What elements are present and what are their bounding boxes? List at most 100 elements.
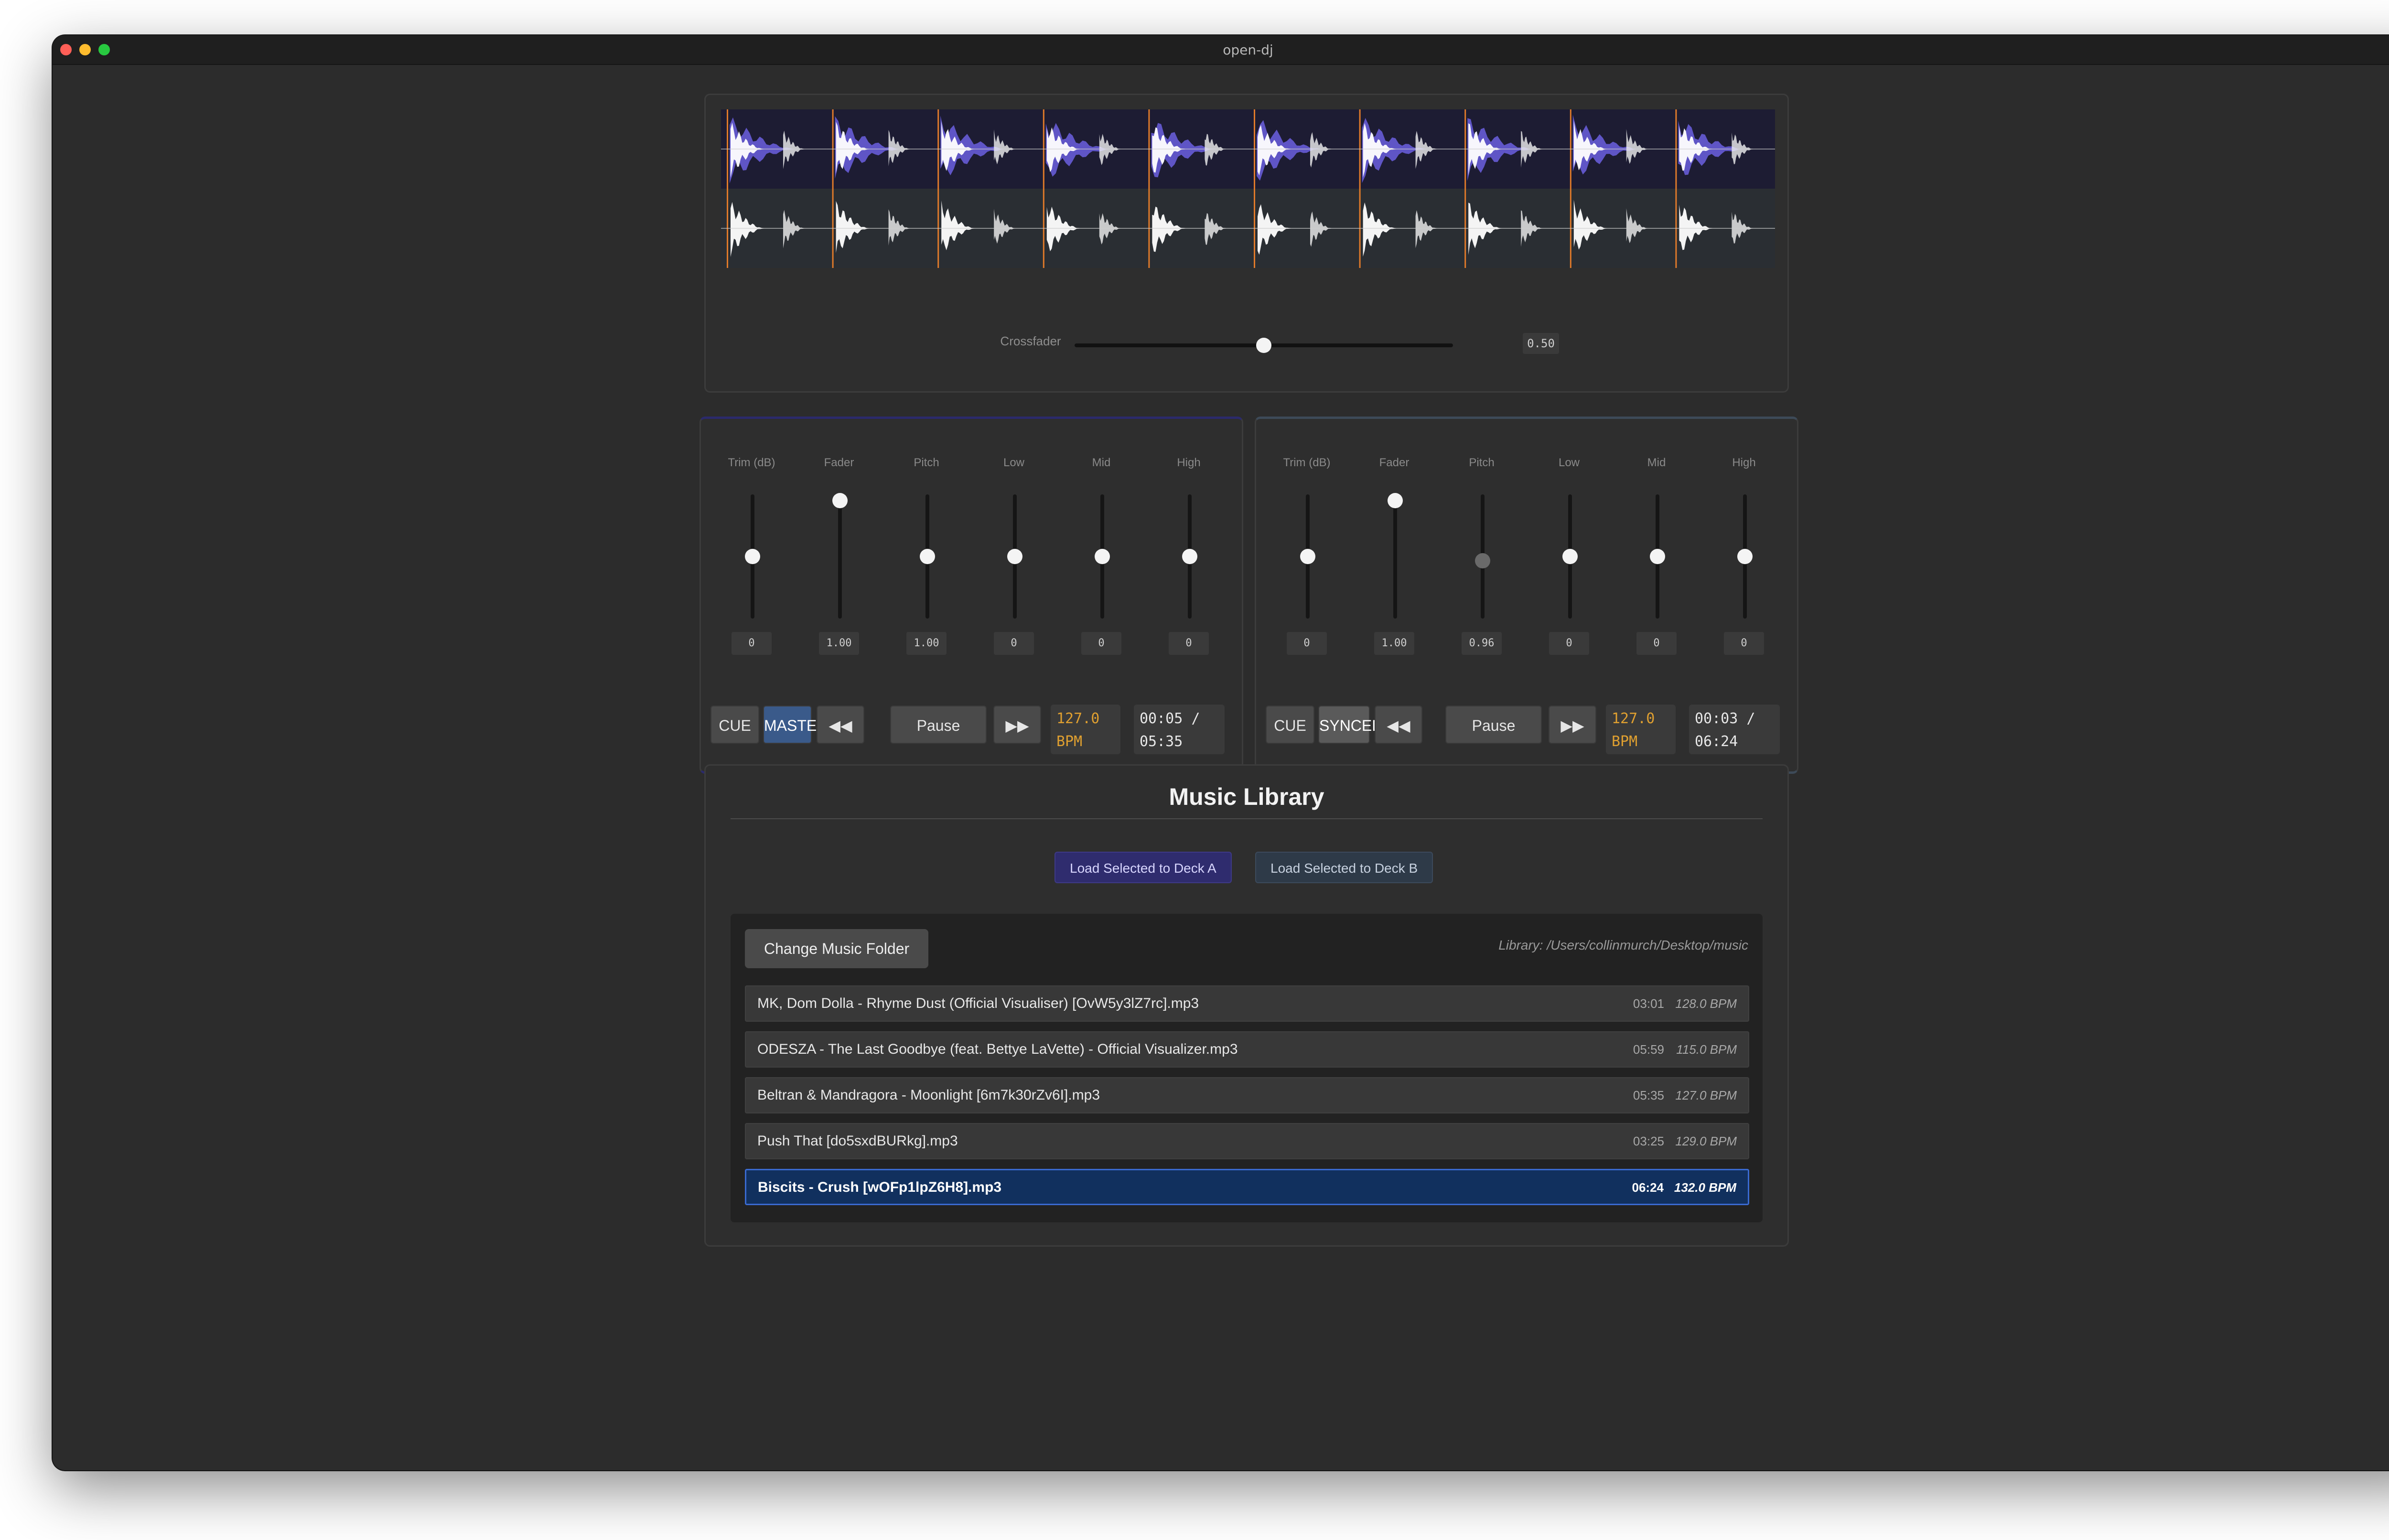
mid-slider[interactable] — [1095, 494, 1110, 619]
waveform-transient — [1626, 129, 1648, 164]
low-handle[interactable] — [1007, 549, 1022, 564]
cue-button[interactable]: CUE — [710, 706, 759, 744]
track-row[interactable]: MK, Dom Dolla - Rhyme Dust (Official Vis… — [745, 985, 1749, 1022]
pitch-value: 1.00 — [906, 632, 947, 655]
waveform-transient — [941, 200, 975, 250]
pause-button[interactable]: Pause — [890, 706, 987, 744]
waveform-transient — [994, 129, 1016, 165]
waveform-transient — [783, 130, 805, 169]
high-value: 0 — [1169, 632, 1209, 655]
waveform-panel: Crossfader 0.50 — [704, 94, 1789, 393]
trim-slider[interactable] — [745, 494, 760, 619]
fast-forward-button[interactable]: ▶▶ — [1549, 706, 1596, 744]
fast-forward-button[interactable]: ▶▶ — [993, 706, 1041, 744]
crossfader-slider[interactable] — [1075, 338, 1453, 353]
track-row[interactable]: Beltran & Mandragora - Moonlight [6m7k30… — [745, 1077, 1749, 1113]
cue-button[interactable]: CUE — [1266, 706, 1314, 744]
high-slider[interactable] — [1182, 494, 1197, 619]
high-handle[interactable] — [1182, 549, 1197, 564]
time-elapsed: 00:05 / — [1140, 710, 1200, 727]
waveform-transient — [1152, 206, 1186, 252]
mid-handle[interactable] — [1650, 549, 1665, 564]
pitch-label: Pitch — [914, 456, 939, 469]
fader-handle[interactable] — [832, 493, 848, 508]
track-bpm: 127.0 BPM — [1675, 1088, 1737, 1102]
waveform-transient — [1626, 208, 1648, 244]
deck-a-waveform[interactable] — [721, 109, 1775, 189]
pitch-handle[interactable] — [920, 549, 935, 564]
track-bpm: 115.0 BPM — [1676, 1042, 1737, 1057]
high-label: High — [1177, 456, 1201, 469]
trim-handle[interactable] — [1300, 549, 1315, 564]
waveform-transient — [836, 201, 870, 253]
low-label: Low — [1003, 456, 1025, 469]
bpm-value: 127.0 — [1056, 710, 1100, 727]
high-slider[interactable] — [1737, 494, 1753, 619]
track-duration: 03:01 — [1633, 996, 1664, 1011]
deck-b-waveform-graphic — [721, 189, 1775, 268]
track-row[interactable]: Push That [do5sxdBURkg].mp3 03:25 129.0 … — [745, 1123, 1749, 1159]
rewind-button[interactable]: ◀◀ — [817, 706, 864, 744]
deck-b: Trim (dB) 0 Fader 1.00 Pitch 0.96 Low 0 … — [1255, 417, 1798, 774]
trim-handle[interactable] — [745, 549, 760, 564]
bpm-value: 127.0 — [1612, 710, 1655, 727]
track-name: MK, Dom Dolla - Rhyme Dust (Official Vis… — [757, 995, 1199, 1011]
waveform-transient — [1415, 131, 1437, 169]
crossfader-handle[interactable] — [1256, 338, 1271, 353]
pause-button[interactable]: Pause — [1445, 706, 1542, 744]
waveform-transient — [994, 209, 1016, 244]
waveform-transient — [1310, 211, 1332, 247]
waveform-transient — [1679, 204, 1713, 250]
master-button[interactable]: MASTER — [763, 706, 828, 744]
fader-label: Fader — [1379, 456, 1410, 469]
load-deck-a-button[interactable]: Load Selected to Deck A — [1055, 852, 1232, 883]
low-handle[interactable] — [1562, 549, 1578, 564]
pitch-slider[interactable] — [1475, 494, 1490, 619]
low-label: Low — [1558, 456, 1580, 469]
track-bpm: 128.0 BPM — [1675, 996, 1737, 1011]
window-title: open-dj — [1223, 42, 1273, 58]
trim-slider[interactable] — [1300, 494, 1315, 619]
deck-b-waveform[interactable] — [721, 189, 1775, 268]
pitch-slider[interactable] — [920, 494, 935, 619]
time-elapsed: 00:03 / — [1695, 710, 1755, 727]
low-slider[interactable] — [1562, 494, 1578, 619]
mid-handle[interactable] — [1095, 549, 1110, 564]
high-value: 0 — [1724, 632, 1764, 655]
deck-a: Trim (dB) 0 Fader 1.00 Pitch 1.00 Low 0 … — [699, 417, 1243, 774]
high-handle[interactable] — [1737, 549, 1753, 564]
trim-label: Trim (dB) — [1283, 456, 1331, 469]
fader-slider[interactable] — [1388, 493, 1403, 619]
load-deck-b-button[interactable]: Load Selected to Deck B — [1255, 852, 1433, 883]
track-bpm: 132.0 BPM — [1674, 1180, 1736, 1195]
waveform-transient — [1363, 202, 1397, 257]
track-bpm: 129.0 BPM — [1675, 1134, 1737, 1148]
title-bar: open-dj — [53, 35, 2389, 65]
synced-button[interactable]: SYNCED — [1318, 706, 1383, 744]
mid-slider[interactable] — [1650, 494, 1665, 619]
bpm-unit: BPM — [1612, 733, 1638, 750]
pitch-handle[interactable] — [1475, 553, 1490, 569]
trim-value: 0 — [732, 632, 772, 655]
fader-handle[interactable] — [1388, 493, 1403, 508]
track-name: Beltran & Mandragora - Moonlight [6m7k30… — [757, 1087, 1100, 1103]
waveform-transient — [1732, 132, 1754, 164]
mid-label: Mid — [1647, 456, 1666, 469]
time-display: 00:05 / 05:35 — [1134, 705, 1225, 754]
change-folder-button[interactable]: Change Music Folder — [745, 929, 929, 968]
low-slider[interactable] — [1007, 494, 1022, 619]
track-name: Push That [do5sxdBURkg].mp3 — [757, 1133, 958, 1149]
deck-a-waveform-graphic — [721, 109, 1775, 189]
waveform-transient — [1415, 210, 1437, 248]
track-duration: 05:35 — [1633, 1088, 1664, 1102]
track-row[interactable]: ODESZA - The Last Goodbye (feat. Bettye … — [745, 1031, 1749, 1068]
track-row-selected[interactable]: Biscits - Crush [wOFp1lpZ6H8].mp3 06:24 … — [745, 1169, 1749, 1205]
fader-slider[interactable] — [832, 493, 848, 619]
mid-value: 0 — [1636, 632, 1677, 655]
rewind-button[interactable]: ◀◀ — [1375, 706, 1422, 744]
crossfader-label: Crossfader — [1000, 334, 1061, 348]
waveform-transient — [731, 202, 764, 257]
mid-value: 0 — [1081, 632, 1121, 655]
bpm-display: 127.0 BPM — [1051, 705, 1120, 754]
low-value: 0 — [1549, 632, 1589, 655]
